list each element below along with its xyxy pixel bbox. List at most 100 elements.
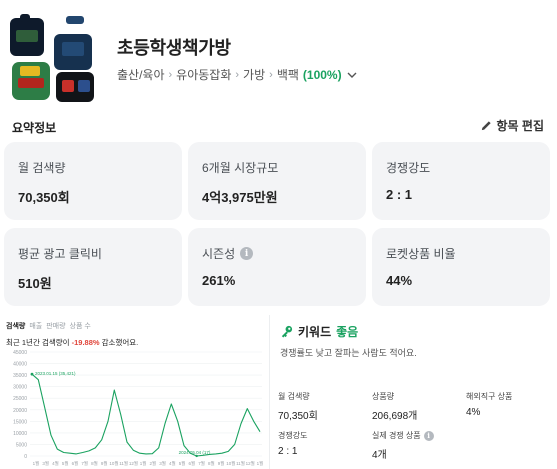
y-tick-label: 5000 <box>16 442 27 448</box>
stat-label-row: 실제 경쟁 상품 i <box>372 430 434 441</box>
card-value: 261% <box>202 273 236 288</box>
edit-items-button[interactable]: 항목 편집 <box>480 117 545 134</box>
pencil-icon <box>481 121 491 131</box>
trend-chart-panel: 검색량 매출 판매량 상품 수 최근 1년간 검색량이 -19.88% 감소했어… <box>0 315 270 469</box>
tab-sales[interactable]: 매출 <box>29 321 42 331</box>
stat-monthly-search: 월 검색량 70,350회 <box>278 391 318 422</box>
tab-search-volume[interactable]: 검색량 <box>6 321 25 331</box>
breadcrumb-separator-icon: › <box>269 68 273 81</box>
x-tick-label: 8월 <box>208 460 215 467</box>
info-icon[interactable]: i <box>240 247 254 260</box>
x-tick-label: 4월 <box>52 460 59 467</box>
chevron-down-icon[interactable] <box>346 69 358 81</box>
card-label: 로켓상품 비율 <box>386 247 456 261</box>
x-tick-label: 10월 <box>109 460 118 467</box>
stat-value: 2 : 1 <box>278 446 298 457</box>
y-tick-label: 0 <box>24 454 27 460</box>
x-tick-label: 1월 <box>33 460 40 467</box>
edit-items-label: 항목 편집 <box>496 119 545 133</box>
stat-label: 경쟁강도 <box>278 431 308 440</box>
card-market-size: 6개월 시장규모 4억3,975만원 <box>188 142 366 220</box>
card-ad-click-cost: 평균 광고 클릭비 510원 <box>4 228 182 306</box>
max-annotation: 2023.01.15 (35,421) <box>35 371 76 376</box>
chart-description: 최근 1년간 검색량이 -19.88% 감소했어요. <box>6 337 138 348</box>
breadcrumb-separator-icon: › <box>235 68 240 81</box>
x-tick-label: 7월 <box>81 460 88 467</box>
breadcrumb-item[interactable]: 유아동잡화 <box>176 66 231 83</box>
x-tick-label: 12월 <box>246 460 255 467</box>
min-annotation: 2024.05.04 (17) <box>179 450 211 455</box>
y-tick-label: 30000 <box>13 385 27 391</box>
y-tick-label: 20000 <box>13 408 27 414</box>
chart-desc-pre: 최근 1년간 검색량이 <box>6 338 72 347</box>
stat-real-competitors: 실제 경쟁 상품 i 4개 <box>372 430 434 461</box>
card-rocket-ratio: 로켓상품 비율 44% <box>372 228 550 306</box>
card-label-row: 시즌성 i <box>202 245 366 262</box>
product-title: 초등학생책가방 <box>117 38 231 58</box>
x-tick-label: 3월 <box>42 460 49 467</box>
stat-value: 4% <box>466 407 481 418</box>
breadcrumb-item[interactable]: 백팩 <box>277 66 299 83</box>
chart-desc-change: -19.88% <box>71 338 100 347</box>
card-value: 44% <box>386 273 413 288</box>
keyword-grade-title: 키워드 좋음 <box>280 323 358 340</box>
card-value: 2 : 1 <box>386 187 413 202</box>
x-tick-label: 6월 <box>72 460 79 467</box>
card-value: 510원 <box>18 276 52 291</box>
breadcrumb-item[interactable]: 가방 <box>243 66 265 83</box>
x-tick-label: 3월 <box>159 460 166 467</box>
max-point-marker <box>30 372 34 376</box>
x-tick-label: 10월 <box>226 460 235 467</box>
search-volume-line-chart: 0 5000 10000 15000 20000 25000 30000 35000 40000… <box>13 350 264 467</box>
card-competition: 경쟁강도 2 : 1 <box>372 142 550 220</box>
y-tick-label: 40000 <box>13 362 27 368</box>
breadcrumb: 출산/육아 › 유아동잡화 › 가방 › 백팩 (100%) <box>117 66 358 83</box>
x-tick-label: 1월 <box>257 460 264 467</box>
card-value: 4억3,975만원 <box>202 190 278 205</box>
stat-label: 실제 경쟁 상품 <box>372 431 421 440</box>
card-label: 평균 광고 클릭비 <box>18 247 102 261</box>
x-tick-label: 5월 <box>179 460 186 467</box>
x-tick-label: 5월 <box>62 460 69 467</box>
stat-label: 상품량 <box>372 392 395 401</box>
x-tick-label: 9월 <box>218 460 225 467</box>
stat-overseas-ratio: 해외직구 상품 4% <box>466 391 512 418</box>
chart-desc-post: 감소했어요. <box>99 338 139 347</box>
stat-label: 해외직구 상품 <box>466 392 513 401</box>
x-tick-label: 9월 <box>101 460 108 467</box>
stat-product-count: 상품량 206,698개 <box>372 391 417 422</box>
tab-sales-volume[interactable]: 판매량 <box>46 321 65 331</box>
x-tick-label: 6월 <box>188 460 195 467</box>
summary-section-title: 요약정보 <box>12 121 57 135</box>
stat-label: 월 검색량 <box>278 392 310 401</box>
card-label: 월 검색량 <box>18 161 66 175</box>
breadcrumb-item[interactable]: 출산/육아 <box>117 66 165 83</box>
x-tick-label: 11월 <box>119 460 128 467</box>
chart-tabs: 검색량 매출 판매량 상품 수 <box>6 321 91 331</box>
y-tick-label: 10000 <box>13 431 27 437</box>
card-value: 70,350회 <box>18 190 70 205</box>
y-tick-label: 45000 <box>13 350 27 356</box>
keyword-grade: 좋음 <box>336 325 359 339</box>
keyword-label: 키워드 <box>298 325 332 339</box>
card-monthly-search: 월 검색량 70,350회 <box>4 142 182 220</box>
x-tick-label: 1월 <box>140 460 147 467</box>
card-seasonality: 시즌성 i 261% <box>188 228 366 306</box>
stat-value: 206,698개 <box>372 411 418 422</box>
info-icon[interactable]: i <box>423 430 434 441</box>
breadcrumb-separator-icon: › <box>168 68 173 81</box>
keyword-description: 경쟁률도 낮고 잘파는 사람도 적어요. <box>280 348 417 358</box>
y-tick-label: 35000 <box>13 373 27 379</box>
x-tick-label: 7월 <box>198 460 205 467</box>
x-tick-label: 12월 <box>129 460 138 467</box>
product-thumbnail <box>8 12 101 104</box>
card-label: 경쟁강도 <box>386 161 431 175</box>
stat-value: 4개 <box>372 450 387 461</box>
y-tick-label: 25000 <box>13 396 27 402</box>
key-icon <box>281 325 293 338</box>
card-label: 6개월 시장규모 <box>202 161 279 175</box>
x-tick-label: 11월 <box>236 460 245 467</box>
category-match-pct: (100%) <box>302 67 342 82</box>
x-tick-label: 4월 <box>169 460 176 467</box>
tab-product-count[interactable]: 상품 수 <box>70 321 91 331</box>
